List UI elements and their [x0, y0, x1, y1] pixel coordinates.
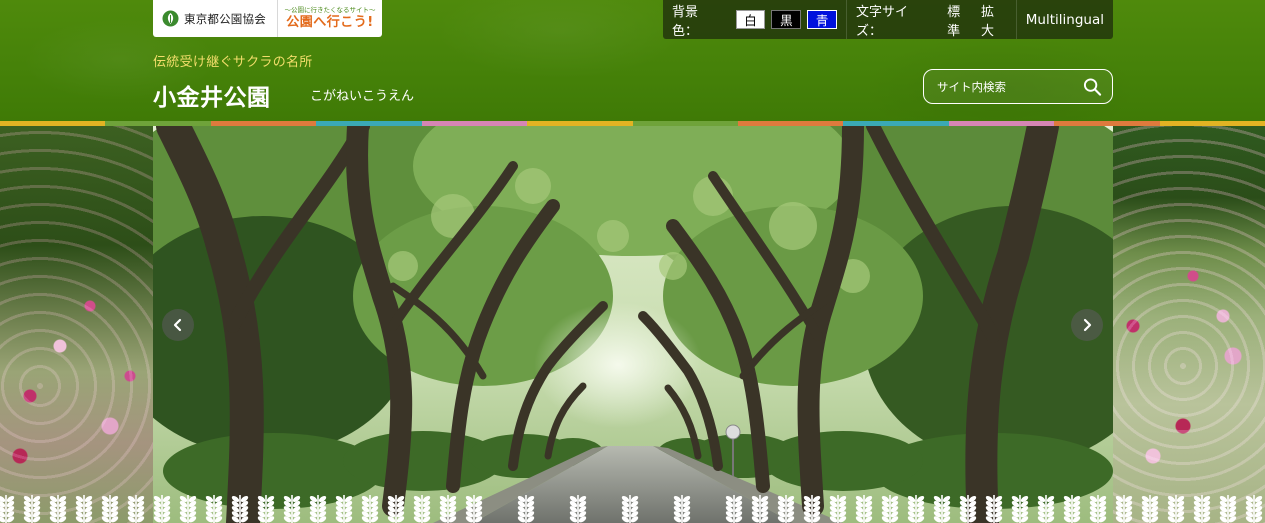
slider-prev-button[interactable] [162, 309, 194, 341]
leaf-sprig [517, 495, 535, 523]
font-large-button[interactable]: 拡大 [981, 1, 1007, 39]
page-title-reading: こがねいこうえん [310, 89, 415, 104]
font-size-label: 文字サイズ： [856, 4, 909, 39]
leaf-sprig [309, 495, 327, 523]
leaf-decoration [0, 495, 1263, 523]
leaf-sprig [465, 495, 483, 523]
search-input[interactable] [937, 79, 1083, 94]
leaf-sprig [1193, 495, 1211, 523]
leaf-sprig [127, 495, 145, 523]
association-logo[interactable]: 東京都公園協会 [153, 0, 278, 37]
leaf-sprig [1089, 495, 1107, 523]
site-search [923, 69, 1113, 104]
page-title[interactable]: 小金井公園 [153, 78, 271, 112]
leaf-sprig [933, 495, 951, 523]
bg-blue-button[interactable]: 青 [807, 10, 838, 29]
leaf-sprig [257, 495, 275, 523]
language-group: Multilingual [1017, 0, 1113, 39]
campaign-title: 公園へ行こう! [286, 15, 374, 30]
leaf-sprig [803, 495, 821, 523]
association-mark-icon [162, 10, 179, 27]
chevron-right-icon [1083, 318, 1092, 332]
leaf-sprig [569, 495, 587, 523]
leaf-sprig [855, 495, 873, 523]
campaign-logo[interactable]: 〜公園に行きたくなるサイト〜 公園へ行こう! [278, 0, 382, 37]
background-color-label: 背景色： [672, 4, 699, 39]
leaf-sprig [413, 495, 431, 523]
accessibility-toolbar: 背景色： 白 黒 青 文字サイズ： 標準 拡大 Multilingual [663, 0, 1113, 39]
partner-logos: 東京都公園協会 〜公園に行きたくなるサイト〜 公園へ行こう! [153, 0, 382, 37]
bg-black-button[interactable]: 黒 [771, 10, 802, 29]
leaf-sprig [1245, 495, 1263, 523]
slide-preview-right [1113, 126, 1265, 523]
leaf-sprig [205, 495, 223, 523]
leaf-sprig [1063, 495, 1081, 523]
slider-next-button[interactable] [1071, 309, 1103, 341]
bg-white-button[interactable]: 白 [735, 10, 766, 29]
leaf-sprig [361, 495, 379, 523]
campaign-subtitle: 〜公園に行きたくなるサイト〜 [284, 6, 376, 14]
leaf-sprig [1037, 495, 1055, 523]
font-size-group: 文字サイズ： 標準 拡大 [847, 0, 1017, 39]
font-standard-button[interactable]: 標準 [947, 1, 973, 39]
hero-slider [0, 126, 1265, 523]
leaf-sprig [725, 495, 743, 523]
search-icon[interactable] [1083, 77, 1102, 97]
leaf-sprig [49, 495, 67, 523]
leaf-sprig [1219, 495, 1237, 523]
leaf-sprig [673, 495, 691, 523]
leaf-sprig [231, 495, 249, 523]
leaf-sprig [829, 495, 847, 523]
association-name: 東京都公園協会 [184, 11, 266, 26]
slide-preview-left [0, 126, 153, 523]
leaf-sprig [283, 495, 301, 523]
hero-image [153, 126, 1113, 523]
leaf-sprig [75, 495, 93, 523]
leaf-sprig [751, 495, 769, 523]
leaf-sprig [439, 495, 457, 523]
leaf-sprig [777, 495, 795, 523]
background-color-group: 背景色： 白 黒 青 [663, 0, 848, 39]
leaf-sprig [1115, 495, 1133, 523]
leaf-sprig [23, 495, 41, 523]
leaf-sprig [621, 495, 639, 523]
leaf-sprig [959, 495, 977, 523]
leaf-sprig [179, 495, 197, 523]
chevron-left-icon [173, 318, 182, 332]
leaf-sprig [985, 495, 1003, 523]
leaf-sprig [101, 495, 119, 523]
leaf-sprig [1011, 495, 1029, 523]
leaf-sprig [881, 495, 899, 523]
leaf-sprig [0, 495, 15, 523]
leaf-sprig [335, 495, 353, 523]
site-tagline: 伝統受け継ぐサクラの名所 [153, 55, 313, 70]
leaf-sprig [153, 495, 171, 523]
multilingual-link[interactable]: Multilingual [1026, 12, 1104, 28]
leaf-sprig [907, 495, 925, 523]
site-header: 東京都公園協会 〜公園に行きたくなるサイト〜 公園へ行こう! 背景色： 白 黒 … [0, 0, 1265, 121]
leaf-sprig [1141, 495, 1159, 523]
leaf-sprig [387, 495, 405, 523]
leaf-sprig [1167, 495, 1185, 523]
